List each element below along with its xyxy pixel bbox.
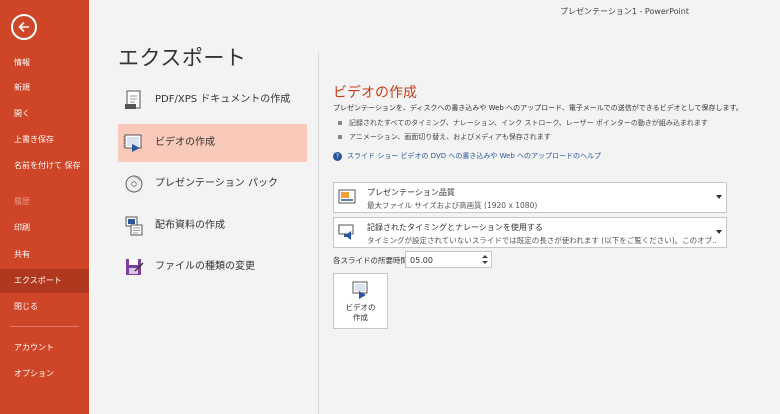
window-title: プレゼンテーション1 - PowerPoint [560,7,689,16]
spin-down-icon[interactable] [482,261,488,264]
spin-up-icon[interactable] [482,255,488,258]
detail-bullet: 記録されたすべてのタイミング、ナレーション、インク ストローク、レーザー ポイン… [338,118,708,128]
cd-package-icon [125,175,143,193]
detail-bullet: アニメーション、画面切り替え、およびメディアも保存されます [338,132,551,142]
bullet-icon [338,121,342,125]
sidebar-item-account[interactable]: アカウント [0,336,89,360]
sidebar-item-save-as[interactable]: 名前を付けて 保存 [0,158,89,184]
sidebar-item-new[interactable]: 新規 [0,76,89,100]
back-arrow-icon [18,21,29,33]
timing-dropdown[interactable]: 記録されたタイミングとナレーションを使用する タイミングが設定されていないスライ… [333,217,727,248]
file-type-change-icon [126,259,144,275]
sidebar-item-export[interactable]: エクスポート [0,269,89,293]
create-video-label: ビデオの 作成 [345,303,376,322]
detail-description: プレゼンテーションを、ディスクへの書き込みや Web へのアップロード、電子メー… [333,104,743,112]
sidebar-item-close[interactable]: 閉じる [0,295,89,319]
export-option-package[interactable]: プレゼンテーション パック [118,165,307,203]
page-title: エクスポート [118,46,247,70]
sidebar-item-save[interactable]: 上書き保存 [0,128,89,152]
export-option-label: ファイルの種類の変更 [155,261,255,272]
sidebar-divider [10,326,79,327]
export-option-label: 配布資料の作成 [155,220,225,231]
timing-dropdown-subtitle: タイミングが設定されていないスライドでは既定の長さが使われます (以下をご覧くだ… [367,236,717,245]
timing-dropdown-title: 記録されたタイミングとナレーションを使用する [367,223,543,232]
quality-dropdown-title: プレゼンテーション品質 [367,188,455,197]
export-option-label: プレゼンテーション パック [155,178,278,189]
create-video-button[interactable]: ビデオの 作成 [333,273,388,329]
video-icon [123,134,142,152]
column-divider [318,52,319,414]
back-button[interactable] [11,14,37,40]
sidebar-item-info[interactable]: 情報 [0,51,89,75]
create-video-icon [352,281,368,299]
sidebar-item-print[interactable]: 印刷 [0,216,89,240]
export-option-label: PDF/XPS ドキュメントの作成 [155,94,291,105]
sidebar-item-history: 履歴 [14,197,30,206]
detail-title: ビデオの作成 [333,85,417,101]
help-icon: ? [333,151,342,161]
export-option-label: ビデオの作成 [155,137,215,148]
bullet-text: 記録されたすべてのタイミング、ナレーション、インク ストローク、レーザー ポイン… [349,119,708,127]
quality-dropdown-subtitle: 最大ファイル サイズおよび高画質 (1920 x 1080) [367,201,538,210]
help-link[interactable]: ? スライド ショー ビデオの DVD への書き込みや Web へのアップロードの… [333,151,601,161]
export-option-handouts[interactable]: 配布資料の作成 [118,207,307,245]
chevron-down-icon [716,230,722,234]
export-option-pdf[interactable]: PDF/XPS ドキュメントの作成 [118,81,307,119]
backstage-sidebar: 情報 新規 開く 上書き保存 名前を付けて 保存 履歴 印刷 共有 エクスポート… [0,0,89,414]
quality-dropdown[interactable]: プレゼンテーション品質 最大ファイル サイズおよび高画質 (1920 x 108… [333,182,727,213]
seconds-input[interactable] [406,252,482,269]
bullet-icon [338,135,342,139]
pdf-document-icon [125,90,141,109]
help-link-text[interactable]: スライド ショー ビデオの DVD への書き込みや Web へのアップロードのヘ… [347,152,601,160]
export-option-video[interactable]: ビデオの作成 [118,124,307,162]
narration-icon [338,224,354,240]
handouts-icon [125,216,143,236]
bullet-text: アニメーション、画面切り替え、およびメディアも保存されます [349,133,551,141]
chevron-down-icon [716,195,722,199]
sidebar-item-options[interactable]: オプション [0,362,89,386]
powerpoint-backstage: 情報 新規 開く 上書き保存 名前を付けて 保存 履歴 印刷 共有 エクスポート… [0,0,780,414]
seconds-stepper[interactable] [405,251,492,269]
sidebar-item-open[interactable]: 開く [0,102,89,126]
sidebar-item-share[interactable]: 共有 [0,243,89,267]
quality-icon [338,189,356,204]
export-option-change-file-type[interactable]: ファイルの種類の変更 [118,248,307,286]
